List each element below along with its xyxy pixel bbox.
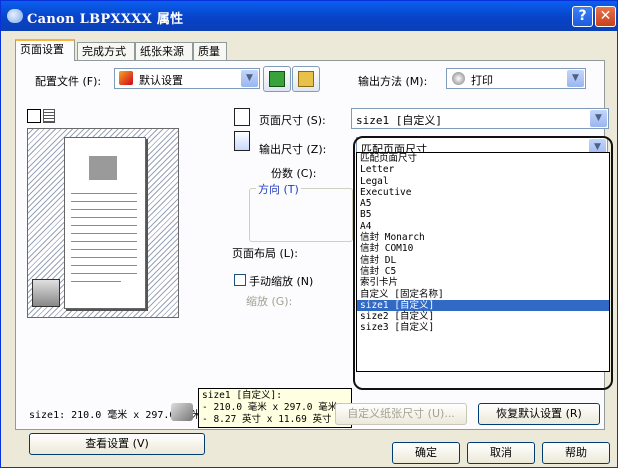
tooltip-line: size1 [自定义]:: [202, 390, 282, 401]
settings-icon[interactable]: [171, 403, 193, 421]
tooltip-line: - 210.0 毫米 x 297.0 毫米: [202, 402, 338, 413]
preview-line: [71, 257, 137, 258]
preview-page: [64, 137, 146, 309]
list-item[interactable]: A5: [357, 198, 609, 209]
preview-line: [71, 273, 137, 274]
profile-label: 配置文件 (F):: [35, 75, 102, 88]
list-item-selected[interactable]: size1 [自定义]: [357, 299, 609, 312]
manual-scaling-label: 手动缩放 (N): [249, 275, 314, 288]
list-item[interactable]: size3 [自定义]: [357, 322, 609, 333]
output-size-label: 输出尺寸 (Z):: [259, 143, 327, 156]
list-item[interactable]: 索引卡片: [357, 277, 609, 288]
window-title: Canon LBPXXXX 属性: [27, 12, 184, 27]
add-profile-button[interactable]: [263, 66, 291, 92]
manual-scaling-checkbox[interactable]: [234, 274, 246, 286]
scaling-label: 缩放 (G):: [246, 295, 293, 308]
copies-label: 份数 (C):: [271, 167, 317, 180]
print-icon: [452, 72, 465, 85]
list-item[interactable]: B5: [357, 209, 609, 220]
page-size-select[interactable]: size1 [自定义] ▼: [351, 108, 609, 129]
list-item[interactable]: size2 [自定义]: [357, 311, 609, 322]
tab-quality[interactable]: 质量: [193, 42, 227, 60]
profile-select[interactable]: 默认设置 ▼: [114, 68, 260, 89]
preview-line: [71, 217, 137, 218]
preview-graphic: [89, 156, 117, 180]
preview-line: [71, 225, 137, 226]
title-help-button[interactable]: ?: [572, 6, 593, 27]
profile-icon: [119, 71, 133, 85]
profile-value: 默认设置: [139, 74, 183, 87]
help-button[interactable]: 帮助: [542, 442, 610, 464]
chevron-down-icon[interactable]: ▼: [567, 70, 584, 87]
printer-properties-window: Canon LBPXXXX 属性 ? ✕ 页面设置 完成方式 纸张来源 质量 配…: [0, 0, 618, 468]
custom-paper-size-button[interactable]: 自定义纸张尺寸 (U)...: [335, 403, 467, 425]
chevron-down-icon[interactable]: ▼: [241, 70, 258, 87]
page-preview: [27, 128, 179, 318]
add-profile-icon: [269, 71, 285, 87]
preview-line: [71, 241, 137, 242]
list-item[interactable]: Executive: [357, 187, 609, 198]
output-method-value: 打印: [471, 74, 493, 87]
preview-line: [71, 193, 137, 194]
list-item[interactable]: 自定义 [固定名称]: [357, 289, 609, 300]
cancel-button[interactable]: 取消: [467, 442, 535, 464]
page-size-icon: [234, 108, 250, 126]
tab-page-setup[interactable]: 页面设置: [15, 39, 75, 61]
preview-line: [71, 265, 137, 266]
preview-line: [71, 249, 137, 250]
list-item[interactable]: 匹配页面尺寸: [357, 153, 609, 164]
printer-view-icon[interactable]: [43, 109, 55, 123]
list-item[interactable]: A4: [357, 221, 609, 232]
restore-defaults-button[interactable]: 恢复默认设置 (R): [478, 403, 600, 425]
list-item[interactable]: 信封 DL: [357, 255, 609, 266]
tab-finishing[interactable]: 完成方式: [77, 42, 135, 60]
preview-line: [71, 281, 121, 282]
list-item[interactable]: Legal: [357, 176, 609, 187]
edit-profile-icon: [298, 71, 314, 87]
size-tooltip: size1 [自定义]: - 210.0 毫米 x 297.0 毫米 - 8.2…: [198, 388, 352, 428]
list-item[interactable]: 信封 COM10: [357, 243, 609, 254]
preview-line: [71, 233, 137, 234]
preview-line: [71, 209, 137, 210]
ok-button[interactable]: 确定: [392, 442, 460, 464]
output-size-dropdown-list[interactable]: 匹配页面尺寸 Letter Legal Executive A5 B5 A4 信…: [356, 152, 610, 372]
page-layout-label: 页面布局 (L):: [232, 247, 298, 260]
tab-paper-source[interactable]: 纸张来源: [135, 42, 193, 60]
page-size-value: size1 [自定义]: [356, 114, 442, 127]
tooltip-line: - 8.27 英寸 x 11.69 英寸: [202, 414, 332, 425]
list-item[interactable]: 信封 Monarch: [357, 232, 609, 243]
output-method-select[interactable]: 打印 ▼: [446, 68, 586, 89]
orientation-label: 方向 (T): [256, 181, 301, 197]
edit-profile-button[interactable]: [292, 66, 320, 92]
chevron-down-icon[interactable]: ▼: [590, 110, 607, 127]
view-settings-button[interactable]: 查看设置 (V): [29, 433, 205, 455]
page-size-label: 页面尺寸 (S):: [259, 114, 326, 127]
list-item[interactable]: 信封 C5: [357, 266, 609, 277]
printer-preview-icon: [32, 279, 60, 307]
title-bar[interactable]: Canon LBPXXXX 属性 ? ✕: [1, 1, 617, 31]
output-method-label: 输出方法 (M):: [358, 75, 428, 88]
page-view-icon[interactable]: [27, 109, 41, 123]
title-close-button[interactable]: ✕: [595, 6, 616, 27]
printer-icon: [7, 9, 23, 23]
preview-line: [71, 201, 137, 202]
list-item[interactable]: Letter: [357, 164, 609, 175]
output-size-icon: [234, 131, 250, 151]
